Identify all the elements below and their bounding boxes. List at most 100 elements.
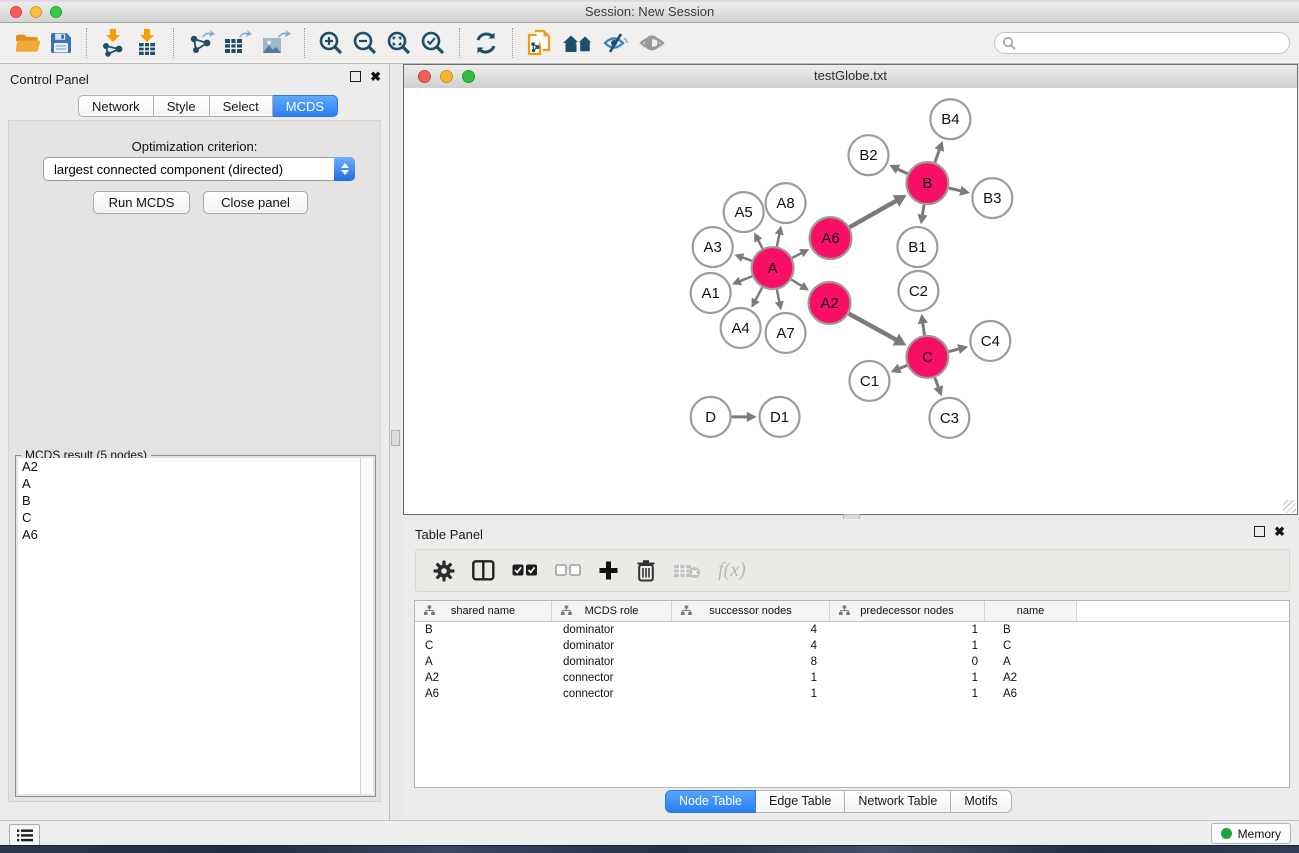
tab-select[interactable]: Select xyxy=(210,95,273,117)
table-cell: C xyxy=(415,640,552,652)
tab-mcds[interactable]: MCDS xyxy=(273,95,338,117)
tab-motifs[interactable]: Motifs xyxy=(951,790,1011,813)
close-network-button[interactable] xyxy=(418,70,431,83)
column-header-successor-nodes[interactable]: successor nodes xyxy=(672,601,830,621)
result-item[interactable]: A6 xyxy=(18,526,373,543)
export-image-button[interactable] xyxy=(261,27,291,59)
result-item[interactable]: C xyxy=(18,509,373,526)
mcds-result-group: MCDS result (5 nodes) A2ABCA6 xyxy=(15,455,376,797)
export-network-button[interactable] xyxy=(187,27,215,59)
search-icon xyxy=(1002,36,1016,50)
desktop-edge-bottom xyxy=(0,845,1299,853)
table-row[interactable]: Cdominator41C xyxy=(415,638,1289,654)
table-cell: 0 xyxy=(830,656,985,668)
criterion-dropdown[interactable]: largest connected component (directed) xyxy=(43,157,355,181)
zoom-selected-icon xyxy=(420,30,446,56)
import-network-button[interactable] xyxy=(100,27,126,59)
select-all-button[interactable] xyxy=(512,564,538,577)
result-list-scrollbar[interactable] xyxy=(360,458,373,794)
zoom-out-button[interactable] xyxy=(352,27,378,59)
graph-node-label: C xyxy=(922,349,933,366)
duplicate-network-button[interactable] xyxy=(526,27,554,59)
application-window: Session: New Session xyxy=(0,0,1299,853)
zoom-selected-button[interactable] xyxy=(420,27,446,59)
tab-node-table[interactable]: Node Table xyxy=(665,790,756,813)
minimize-network-button[interactable] xyxy=(440,70,453,83)
duplicate-network-icon xyxy=(526,28,554,58)
export-table-button[interactable] xyxy=(223,27,253,59)
zoom-in-button[interactable] xyxy=(318,27,344,59)
mcds-tab-content: Optimization criterion: largest connecte… xyxy=(8,120,381,802)
resize-grip-icon[interactable] xyxy=(1283,500,1296,513)
network-canvas[interactable]: AA1A2A3A4A5A6A7A8BB1B2B3B4CC1C2C3C4DD1 xyxy=(404,88,1297,514)
delete-column-button[interactable] xyxy=(636,559,656,582)
graph-edge-B-B3 xyxy=(949,188,963,191)
table-row[interactable]: A6connector11A6 xyxy=(415,686,1289,702)
column-layout-button[interactable] xyxy=(472,560,495,581)
attribute-type-icon xyxy=(839,605,850,616)
deselect-all-button[interactable] xyxy=(555,564,581,577)
create-column-button[interactable] xyxy=(598,560,619,581)
window-title: Session: New Session xyxy=(0,2,1299,22)
float-table-panel-icon[interactable] xyxy=(1254,526,1265,537)
table-body: Bdominator41BCdominator41CAdominator80AA… xyxy=(415,622,1289,702)
result-item[interactable]: A2 xyxy=(18,458,373,475)
toolbar-separator xyxy=(86,28,87,58)
graph-node-label: A5 xyxy=(734,204,752,221)
hide-panels-button[interactable] xyxy=(602,27,630,59)
column-header-shared-name[interactable]: shared name xyxy=(415,601,552,621)
right-column: testGlobe.txt AA1A2A3A4A5A6A7A8BB1B2B3B4… xyxy=(403,64,1299,820)
delete-table-button[interactable] xyxy=(673,563,701,579)
show-graphics-details-button[interactable] xyxy=(638,27,666,59)
zoom-fit-button[interactable] xyxy=(386,27,412,59)
table-settings-button[interactable] xyxy=(433,560,455,582)
column-header-predecessor-nodes[interactable]: predecessor nodes xyxy=(830,601,985,621)
close-panel-button[interactable]: Close panel xyxy=(203,191,308,214)
table-cell: connector xyxy=(552,688,672,700)
table-row[interactable]: Bdominator41B xyxy=(415,622,1289,638)
table-row[interactable]: A2connector11A2 xyxy=(415,670,1289,686)
tab-style[interactable]: Style xyxy=(154,95,210,117)
search-field[interactable] xyxy=(994,32,1290,54)
graph-node-label: A1 xyxy=(702,285,720,302)
search-input[interactable] xyxy=(1020,35,1289,51)
column-header-name[interactable]: name xyxy=(985,601,1077,621)
save-session-button[interactable] xyxy=(49,27,73,59)
result-item[interactable]: B xyxy=(18,492,373,509)
run-mcds-button[interactable]: Run MCDS xyxy=(93,191,190,214)
import-table-button[interactable] xyxy=(134,27,160,59)
maximize-network-button[interactable] xyxy=(462,70,475,83)
memory-button[interactable]: Memory xyxy=(1211,823,1291,844)
graph-node-label: D1 xyxy=(770,409,789,426)
table-cell: connector xyxy=(552,672,672,684)
refresh-view-button[interactable] xyxy=(473,27,499,59)
table-row[interactable]: Adominator80A xyxy=(415,654,1289,670)
node-table[interactable]: shared nameMCDS rolesuccessor nodesprede… xyxy=(414,600,1290,788)
home-button[interactable] xyxy=(562,27,594,59)
minimize-window-button[interactable] xyxy=(30,6,42,18)
tab-network-table[interactable]: Network Table xyxy=(845,790,951,813)
attribute-type-icon xyxy=(424,605,435,616)
task-history-button[interactable] xyxy=(9,824,40,846)
column-header-MCDS-role[interactable]: MCDS role xyxy=(552,601,672,621)
tab-network[interactable]: Network xyxy=(78,95,154,117)
toolbar-separator xyxy=(304,28,305,58)
splitter-handle-vertical[interactable] xyxy=(391,430,400,446)
float-panel-icon[interactable] xyxy=(350,71,361,82)
table-cell: A2 xyxy=(415,672,552,684)
close-panel-icon[interactable]: ✖ xyxy=(370,71,381,82)
control-panel-window-icons: ✖ xyxy=(350,71,381,82)
zoom-window-button[interactable] xyxy=(50,6,62,18)
open-session-button[interactable] xyxy=(14,27,41,59)
graph-edge-A-A8 xyxy=(777,232,780,246)
table-cell: 1 xyxy=(830,688,985,700)
table-cell: A xyxy=(985,656,1077,668)
graph-node-label: C4 xyxy=(981,333,1000,350)
criterion-dropdown-value: largest connected component (directed) xyxy=(54,162,283,177)
tab-edge-table[interactable]: Edge Table xyxy=(756,790,845,813)
table-cell: 1 xyxy=(830,624,985,636)
close-table-panel-icon[interactable]: ✖ xyxy=(1274,526,1285,537)
close-window-button[interactable] xyxy=(10,6,22,18)
result-item[interactable]: A xyxy=(18,475,373,492)
function-builder-button[interactable]: f(x) xyxy=(718,559,746,582)
